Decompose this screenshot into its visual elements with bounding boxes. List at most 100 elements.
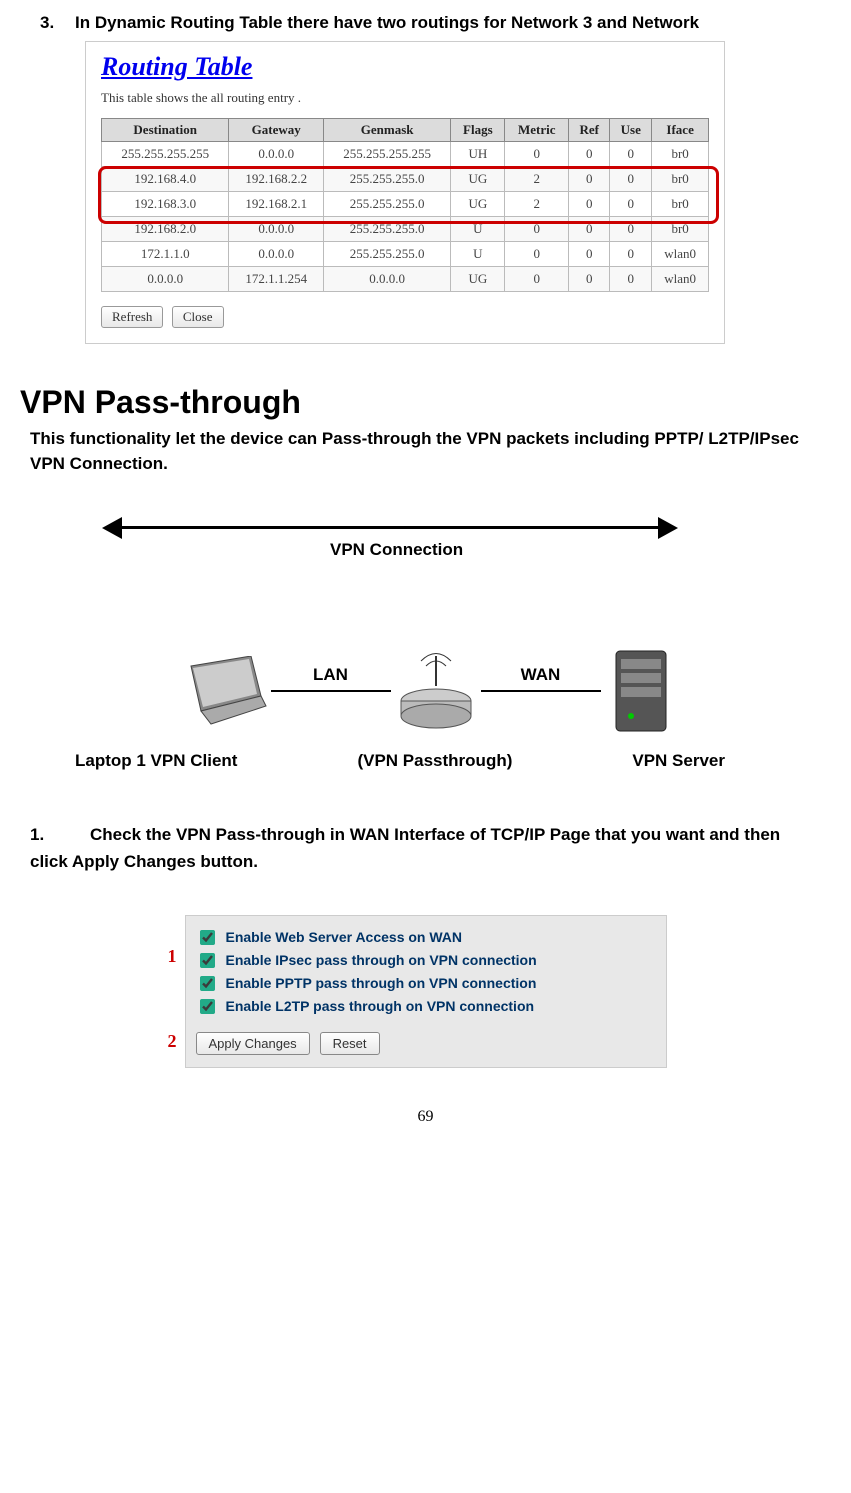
- table-row: 192.168.3.0192.168.2.1255.255.255.0UG200…: [102, 191, 709, 216]
- wan-line: WAN: [481, 690, 601, 692]
- routing-table-panel: Routing Table This table shows the all r…: [85, 41, 725, 344]
- intro-number: 3.: [40, 10, 75, 36]
- routing-header: Destination: [102, 118, 229, 141]
- callout-2: 2: [168, 1031, 177, 1052]
- table-cell: 192.168.4.0: [102, 166, 229, 191]
- checkbox[interactable]: [200, 930, 215, 945]
- checkbox[interactable]: [200, 999, 215, 1014]
- table-cell: UG: [451, 166, 505, 191]
- vpn-heading: VPN Pass-through: [20, 384, 821, 421]
- routing-header: Gateway: [229, 118, 324, 141]
- server-icon: [601, 641, 681, 741]
- table-cell: 192.168.2.2: [229, 166, 324, 191]
- table-cell: 0.0.0.0: [229, 216, 324, 241]
- step-1-text: 1.Check the VPN Pass-through in WAN Inte…: [30, 821, 821, 875]
- table-cell: wlan0: [652, 266, 709, 291]
- table-cell: 0: [505, 216, 569, 241]
- table-cell: 255.255.255.0: [323, 166, 450, 191]
- diagram-labels: Laptop 1 VPN Client (VPN Passthrough) VP…: [40, 751, 760, 771]
- reset-button[interactable]: Reset: [320, 1032, 380, 1055]
- router-icon: [391, 651, 481, 731]
- table-cell: 255.255.255.255: [323, 141, 450, 166]
- table-cell: 0.0.0.0: [229, 241, 324, 266]
- callout-1: 1: [168, 946, 177, 967]
- table-cell: 0: [569, 191, 610, 216]
- table-cell: 0: [569, 216, 610, 241]
- table-cell: 0.0.0.0: [229, 141, 324, 166]
- laptop-icon: [171, 656, 271, 726]
- routing-table-title: Routing Table: [101, 52, 709, 82]
- table-cell: br0: [652, 191, 709, 216]
- table-cell: 0: [569, 141, 610, 166]
- checkbox[interactable]: [200, 976, 215, 991]
- table-row: 255.255.255.2550.0.0.0255.255.255.255UH0…: [102, 141, 709, 166]
- table-cell: 0: [610, 166, 652, 191]
- routing-header: Ref: [569, 118, 610, 141]
- refresh-button[interactable]: Refresh: [101, 306, 163, 328]
- topology-diagram: LAN WAN: [30, 641, 821, 741]
- table-cell: 0.0.0.0: [323, 266, 450, 291]
- table-cell: br0: [652, 216, 709, 241]
- table-cell: 0: [569, 241, 610, 266]
- table-cell: br0: [652, 166, 709, 191]
- intro-text: 3. In Dynamic Routing Table there have t…: [40, 10, 821, 36]
- step-1-body: Check the VPN Pass-through in WAN Interf…: [30, 825, 780, 871]
- table-cell: UH: [451, 141, 505, 166]
- table-cell: br0: [652, 141, 709, 166]
- step-1-number: 1.: [30, 821, 90, 848]
- table-cell: 192.168.2.0: [102, 216, 229, 241]
- checkbox-row: Enable Web Server Access on WAN: [196, 926, 656, 949]
- checkbox[interactable]: [200, 953, 215, 968]
- table-cell: 255.255.255.0: [323, 216, 450, 241]
- table-cell: wlan0: [652, 241, 709, 266]
- table-cell: 0: [569, 166, 610, 191]
- routing-header: Flags: [451, 118, 505, 141]
- label-server: VPN Server: [632, 751, 725, 771]
- table-cell: 255.255.255.0: [323, 241, 450, 266]
- routing-table-subtitle: This table shows the all routing entry .: [101, 90, 709, 106]
- lan-line: LAN: [271, 690, 391, 692]
- table-cell: 0: [610, 216, 652, 241]
- table-row: 192.168.4.0192.168.2.2255.255.255.0UG200…: [102, 166, 709, 191]
- table-cell: UG: [451, 266, 505, 291]
- table-cell: 0: [505, 141, 569, 166]
- close-button[interactable]: Close: [172, 306, 224, 328]
- table-cell: U: [451, 241, 505, 266]
- table-cell: 0: [505, 266, 569, 291]
- routing-header: Use: [610, 118, 652, 141]
- checkbox-label: Enable PPTP pass through on VPN connecti…: [226, 975, 537, 991]
- apply-changes-button[interactable]: Apply Changes: [196, 1032, 310, 1055]
- routing-header: Genmask: [323, 118, 450, 141]
- checkbox-row: Enable IPsec pass through on VPN connect…: [196, 949, 656, 972]
- label-client: Laptop 1 VPN Client: [75, 751, 237, 771]
- page-number: 69: [30, 1108, 821, 1126]
- table-row: 172.1.1.00.0.0.0255.255.255.0U000wlan0: [102, 241, 709, 266]
- lan-label: LAN: [313, 665, 348, 685]
- checkbox-label: Enable IPsec pass through on VPN connect…: [226, 952, 537, 968]
- table-row: 192.168.2.00.0.0.0255.255.255.0U000br0: [102, 216, 709, 241]
- table-cell: 0: [569, 266, 610, 291]
- table-cell: 2: [505, 166, 569, 191]
- table-cell: 192.168.2.1: [229, 191, 324, 216]
- routing-table: DestinationGatewayGenmaskFlagsMetricRefU…: [101, 118, 709, 292]
- routing-header: Iface: [652, 118, 709, 141]
- vpn-description: This functionality let the device can Pa…: [30, 426, 821, 477]
- label-passthrough: (VPN Passthrough): [357, 751, 512, 771]
- vpn-connection-arrow: [110, 517, 670, 537]
- routing-header: Metric: [505, 118, 569, 141]
- vpn-connection-label: VPN Connection: [330, 539, 821, 561]
- table-row: 0.0.0.0172.1.1.2540.0.0.0UG000wlan0: [102, 266, 709, 291]
- table-cell: 255.255.255.255: [102, 141, 229, 166]
- table-cell: 0.0.0.0: [102, 266, 229, 291]
- vpn-checkbox-panel: 1 2 Enable Web Server Access on WANEnabl…: [185, 915, 667, 1068]
- table-cell: 2: [505, 191, 569, 216]
- table-cell: 255.255.255.0: [323, 191, 450, 216]
- table-cell: 0: [610, 191, 652, 216]
- table-cell: 0: [610, 241, 652, 266]
- checkbox-label: Enable Web Server Access on WAN: [226, 929, 463, 945]
- table-cell: U: [451, 216, 505, 241]
- table-cell: UG: [451, 191, 505, 216]
- intro-body: In Dynamic Routing Table there have two …: [75, 10, 821, 36]
- wan-label: WAN: [521, 665, 561, 685]
- table-cell: 172.1.1.254: [229, 266, 324, 291]
